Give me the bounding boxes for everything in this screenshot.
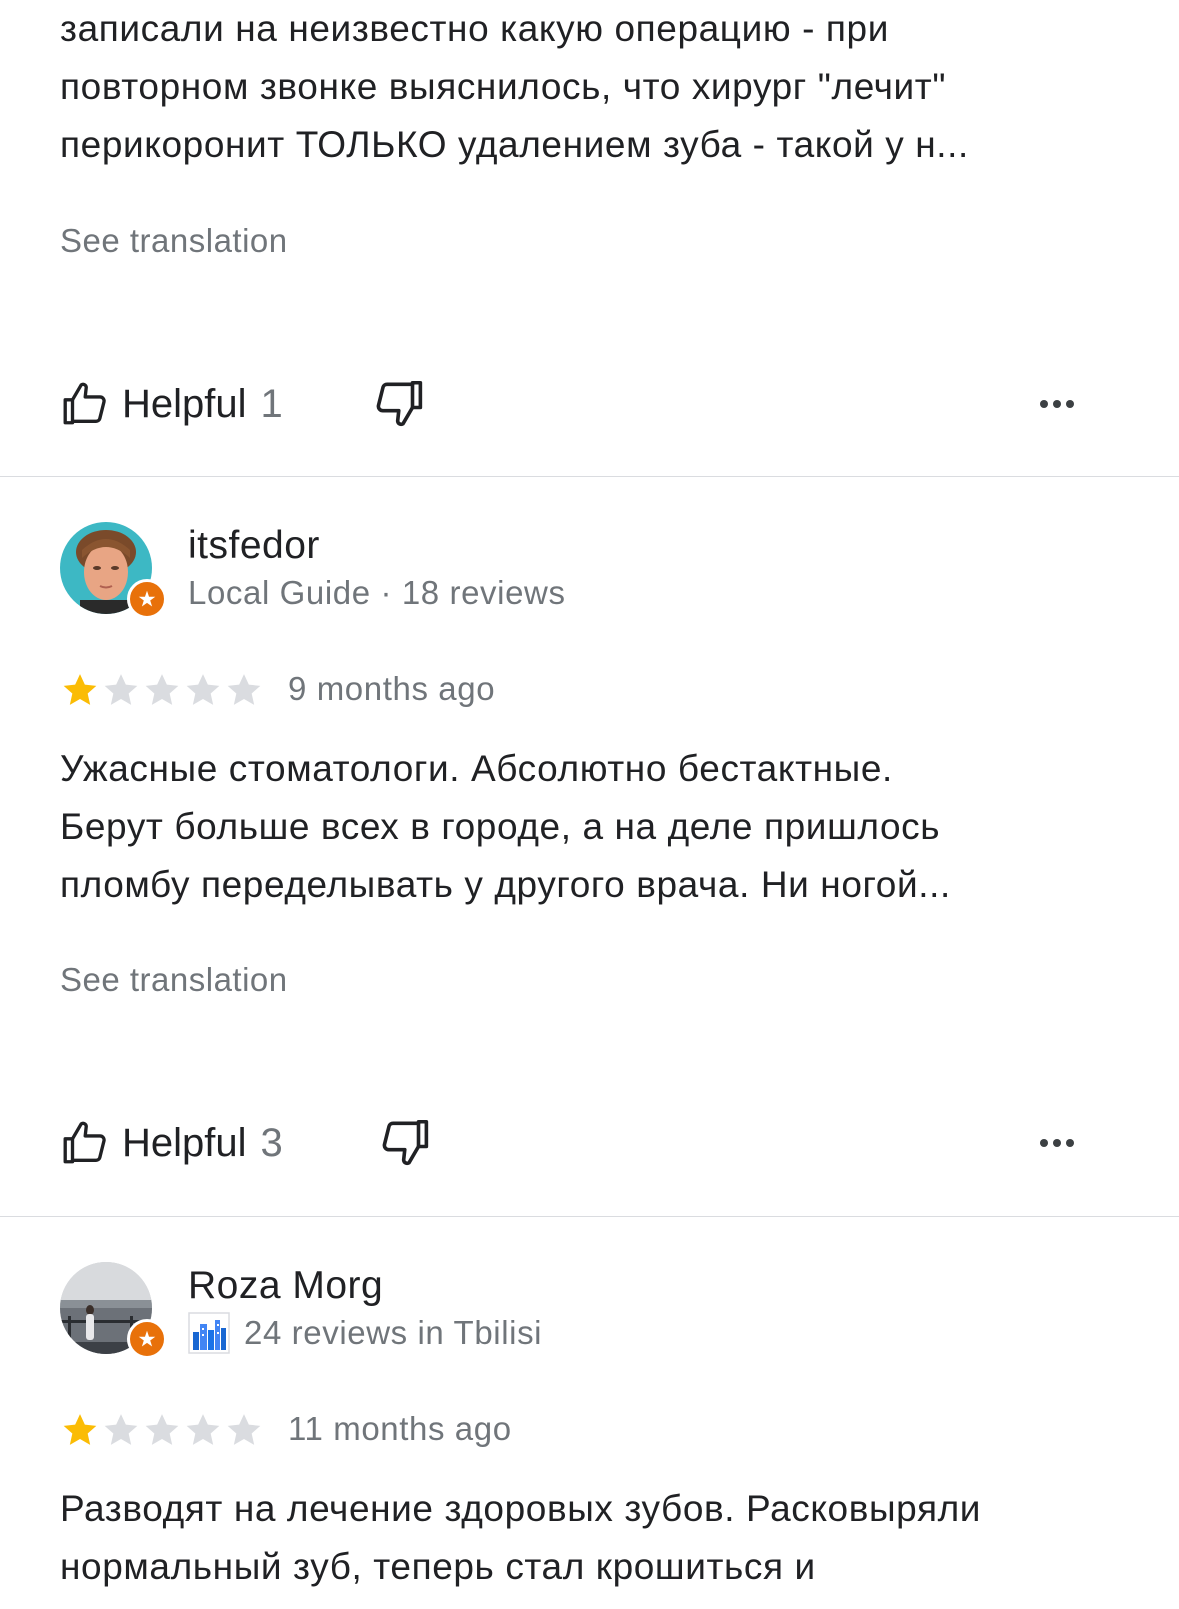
reviewer-meta: 24 reviews in Tbilisi bbox=[188, 1312, 542, 1354]
star-empty-icon bbox=[227, 1414, 261, 1445]
helpful-button[interactable]: Helpful 3 bbox=[60, 1113, 283, 1173]
star-rating bbox=[60, 670, 265, 710]
review-text[interactable]: Ужасные стоматологи. Абсолютно бестактны… bbox=[60, 740, 1120, 914]
thumbs-down-icon[interactable] bbox=[372, 376, 426, 430]
see-translation-link[interactable]: See translation bbox=[60, 961, 288, 999]
more-dot bbox=[1053, 1139, 1061, 1147]
thumbs-up-icon bbox=[63, 382, 106, 425]
thumbs-down-icon[interactable] bbox=[378, 1115, 432, 1169]
local-guide-star-icon bbox=[138, 1330, 156, 1347]
local-guide-badge bbox=[127, 579, 167, 619]
review-actions: Helpful 3 bbox=[0, 1113, 1179, 1173]
star-rating bbox=[60, 1410, 265, 1450]
more-dot bbox=[1053, 400, 1061, 408]
helpful-label: Helpful bbox=[122, 1120, 247, 1165]
star-empty-icon bbox=[145, 674, 179, 705]
star-empty-icon bbox=[227, 674, 261, 705]
reviewer-meta-text: Local Guide · 18 reviews bbox=[188, 574, 566, 611]
more-options-button[interactable] bbox=[1035, 378, 1079, 430]
reviewer-name[interactable]: Roza Morg bbox=[188, 1264, 383, 1308]
review-divider bbox=[0, 1216, 1179, 1217]
review-actions: Helpful 1 bbox=[0, 374, 1179, 434]
helpful-button[interactable]: Helpful 1 bbox=[60, 374, 283, 434]
helpful-label: Helpful bbox=[122, 381, 247, 426]
star-empty-icon bbox=[145, 1414, 179, 1445]
reviewer-meta: Local Guide · 18 reviews bbox=[188, 574, 566, 612]
star-filled-icon bbox=[63, 1414, 97, 1445]
reviewer-name[interactable]: itsfedor bbox=[188, 524, 320, 568]
star-filled-icon bbox=[63, 674, 97, 705]
local-guide-badge bbox=[127, 1319, 167, 1359]
star-empty-icon bbox=[104, 674, 138, 705]
more-dot bbox=[1040, 400, 1048, 408]
more-options-button[interactable] bbox=[1035, 1117, 1079, 1169]
helpful-count: 3 bbox=[260, 1120, 283, 1165]
see-translation-link[interactable]: See translation bbox=[60, 222, 288, 260]
star-empty-icon bbox=[186, 674, 220, 705]
city-skyline-icon bbox=[188, 1312, 230, 1354]
reviewer-meta-text: 24 reviews in Tbilisi bbox=[244, 1314, 543, 1351]
helpful-count: 1 bbox=[260, 381, 283, 426]
review-date: 9 months ago bbox=[288, 670, 496, 707]
review-date: 11 months ago bbox=[288, 1410, 512, 1447]
more-dot bbox=[1066, 400, 1074, 408]
review-divider bbox=[0, 476, 1179, 477]
star-empty-icon bbox=[186, 1414, 220, 1445]
more-dot bbox=[1040, 1139, 1048, 1147]
more-dot bbox=[1066, 1139, 1074, 1147]
review-text[interactable]: Разводят на лечение здоровых зубов. Раск… bbox=[60, 1480, 1120, 1596]
review-text: записали на неизвестно какую операцию - … bbox=[60, 8, 969, 165]
star-empty-icon bbox=[104, 1414, 138, 1445]
thumbs-up-icon bbox=[63, 1121, 106, 1164]
local-guide-star-icon bbox=[138, 590, 156, 607]
